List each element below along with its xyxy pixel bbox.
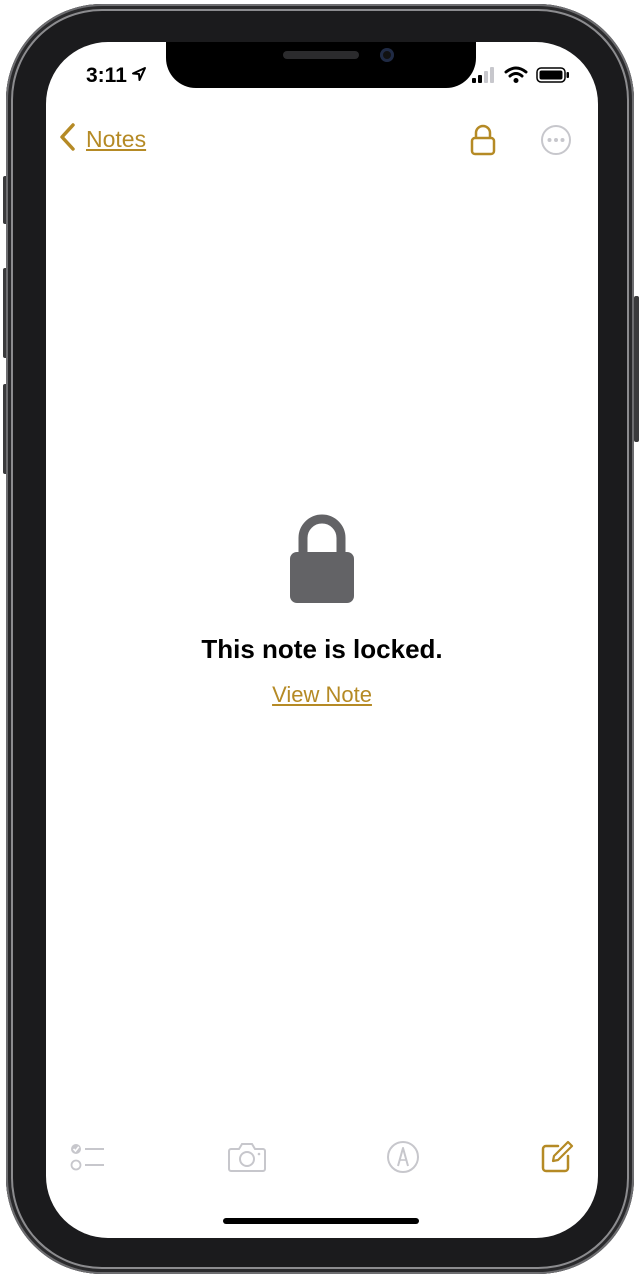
status-time-label: 3:11 <box>86 64 127 87</box>
lock-icon <box>470 124 496 160</box>
battery-icon <box>536 67 570 88</box>
camera-icon <box>227 1143 267 1178</box>
checklist-button[interactable] <box>70 1140 106 1179</box>
wifi-icon <box>504 66 528 89</box>
view-note-link[interactable]: View Note <box>46 682 598 708</box>
compose-button[interactable] <box>540 1140 574 1179</box>
status-time: 3:11 <box>86 64 147 88</box>
compose-icon <box>540 1140 574 1178</box>
lock-button[interactable] <box>470 124 496 161</box>
locked-message: This note is locked. <box>201 634 443 664</box>
notch <box>166 42 476 88</box>
side-power-button[interactable] <box>634 296 639 442</box>
earpiece-speaker <box>283 51 359 59</box>
more-button[interactable] <box>540 124 572 161</box>
more-ellipsis-icon <box>540 125 572 160</box>
camera-button[interactable] <box>227 1140 267 1179</box>
cellular-signal-icon <box>472 67 496 88</box>
checklist-icon <box>70 1144 106 1178</box>
status-icons <box>472 66 570 89</box>
back-button-label: Notes <box>86 126 147 152</box>
markup-pen-icon <box>386 1141 420 1178</box>
markup-button[interactable] <box>386 1140 420 1179</box>
chevron-left-icon <box>58 122 76 157</box>
screen: 3:11 Notes This note is locked. View Not… <box>46 42 598 1238</box>
location-arrow-icon <box>131 64 147 88</box>
locked-note-lock-icon <box>289 512 355 609</box>
front-camera <box>380 48 394 62</box>
home-indicator[interactable] <box>223 1218 419 1224</box>
back-button[interactable]: Notes <box>58 122 146 157</box>
